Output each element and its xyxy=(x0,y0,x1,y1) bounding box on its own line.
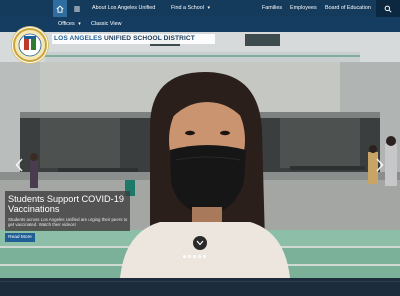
footer-strip xyxy=(0,278,400,296)
district-name-part1: LOS ANGELES xyxy=(54,35,103,42)
search-button[interactable] xyxy=(376,0,400,17)
carousel-dot[interactable] xyxy=(193,255,196,258)
slide-caption: Students Support COVID-19 Vaccinations S… xyxy=(5,191,130,231)
district-name[interactable]: LOS ANGELES UNIFIED SCHOOL DISTRICT xyxy=(54,34,195,44)
nav-families[interactable]: Families xyxy=(262,0,282,17)
carousel-dot[interactable] xyxy=(198,255,201,258)
chevron-down-icon xyxy=(196,240,204,246)
nav-find-school[interactable]: Find a School ▾ xyxy=(171,0,210,17)
read-more-button[interactable]: Read More xyxy=(5,233,35,242)
menu-button[interactable] xyxy=(70,0,84,17)
nav-find-school-label: Find a School xyxy=(171,5,204,11)
chevron-down-icon: ▾ xyxy=(207,5,210,11)
search-icon xyxy=(384,5,392,13)
nav-employees[interactable]: Employees xyxy=(290,0,317,17)
home-icon xyxy=(56,5,64,13)
slide-description: Students across Los Angeles Unified are … xyxy=(8,217,128,228)
top-navigation-bar: About Los Angeles Unified Find a School … xyxy=(0,0,400,18)
carousel-indicators xyxy=(183,255,206,258)
chevron-left-icon xyxy=(15,158,23,172)
district-name-part2: UNIFIED SCHOOL DISTRICT xyxy=(102,35,195,42)
menu-icon xyxy=(74,6,80,11)
chevron-down-icon: ▾ xyxy=(78,21,81,27)
carousel-dot[interactable] xyxy=(203,255,206,258)
nav-offices[interactable]: Offices ▾ xyxy=(58,17,81,32)
carousel-next-button[interactable] xyxy=(376,158,384,174)
carousel-dot[interactable] xyxy=(188,255,191,258)
district-seal-icon xyxy=(13,28,47,62)
home-button[interactable] xyxy=(53,0,67,17)
district-logo[interactable] xyxy=(12,27,48,63)
chevron-right-icon xyxy=(376,158,384,172)
nav-board-of-education[interactable]: Board of Education xyxy=(325,0,371,17)
slide-title: Students Support COVID-19 Vaccinations xyxy=(8,194,124,214)
secondary-navigation-bar: Offices ▾ Classic View xyxy=(0,17,400,32)
nav-about[interactable]: About Los Angeles Unified xyxy=(92,0,155,17)
divider xyxy=(0,281,400,282)
carousel-dot[interactable] xyxy=(183,255,186,258)
nav-classic-view[interactable]: Classic View xyxy=(91,17,121,32)
carousel-prev-button[interactable] xyxy=(15,158,23,174)
scroll-down-button[interactable] xyxy=(193,236,207,250)
nav-offices-label: Offices xyxy=(58,21,75,27)
